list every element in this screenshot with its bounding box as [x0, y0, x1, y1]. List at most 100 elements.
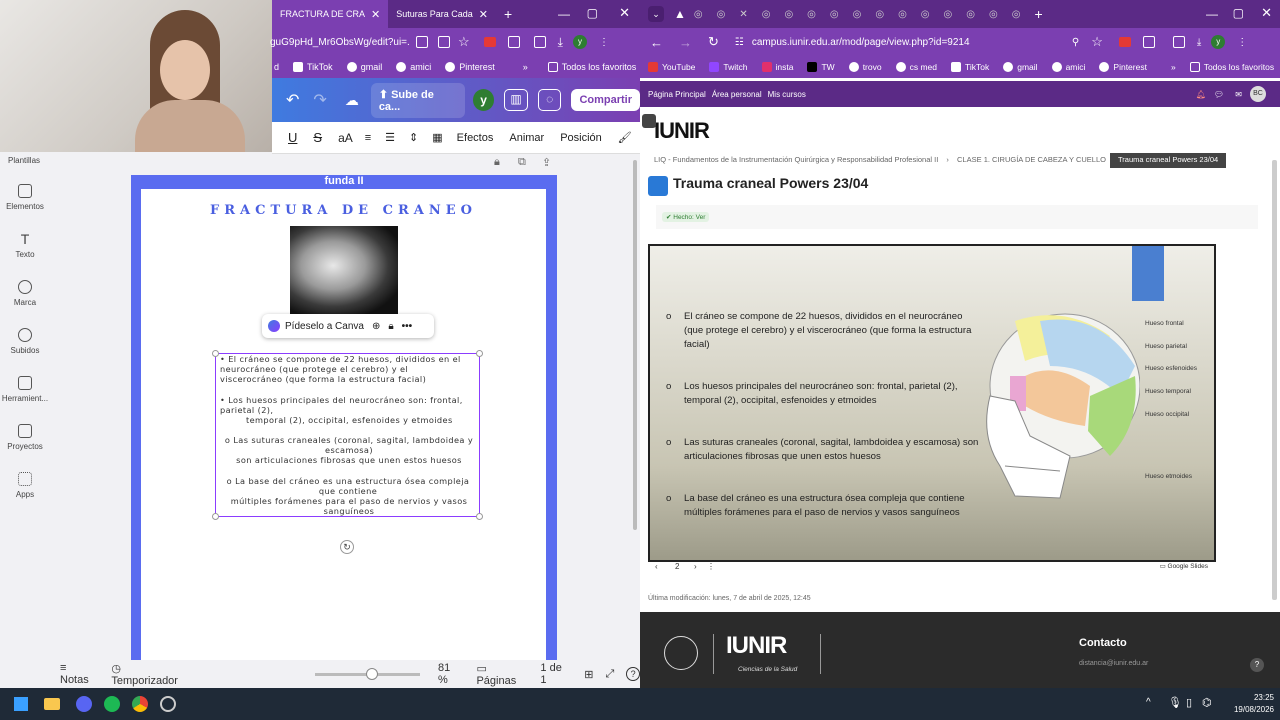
- maximize-button[interactable]: ▢: [1233, 6, 1244, 20]
- share-button[interactable]: Compartir: [571, 89, 640, 111]
- file-explorer-icon[interactable]: [44, 698, 60, 710]
- resize-handle-br[interactable]: [476, 513, 483, 520]
- zoom-slider-knob[interactable]: [366, 667, 379, 680]
- footer-email[interactable]: distancia@iunir.edu.ar: [1079, 660, 1148, 667]
- close-window-button[interactable]: ✕: [619, 5, 630, 21]
- underline-icon[interactable]: U: [288, 130, 297, 145]
- bookmark-cs-med[interactable]: cs med: [895, 62, 937, 72]
- notification-icon[interactable]: 🔔︎: [1196, 90, 1206, 99]
- tab-fractura[interactable]: FRACTURA DE CRA ✕: [272, 0, 389, 28]
- extension-icon-red[interactable]: [1118, 37, 1131, 47]
- bookmark-tiktok[interactable]: TikTok: [951, 62, 989, 72]
- rotate-handle-icon[interactable]: ↻: [340, 540, 354, 554]
- duplicate-icon[interactable]: ⧉: [518, 156, 526, 169]
- undo-icon[interactable]: ↶: [286, 90, 299, 110]
- kebab-menu-icon[interactable]: ⋮: [1237, 37, 1247, 48]
- sidebar-text[interactable]: T Texto: [0, 232, 50, 259]
- next-slide-icon[interactable]: ›: [694, 562, 697, 571]
- notes-button[interactable]: ≡ Notas: [60, 662, 97, 686]
- google-slides-link[interactable]: ▭ Google Slides: [1160, 562, 1208, 570]
- star-icon[interactable]: ☆: [1091, 34, 1103, 50]
- install-icon[interactable]: [416, 36, 428, 48]
- zoom-level[interactable]: 81 %: [438, 662, 462, 686]
- nav-personal[interactable]: Área personal: [712, 90, 762, 99]
- chart-icon[interactable]: ▥: [504, 89, 528, 111]
- microphone-icon[interactable]: 🎙︎: [1168, 696, 1182, 709]
- bookmark-all-favorites[interactable]: Todos los favoritos: [1189, 62, 1274, 72]
- slide-menu-icon[interactable]: ⋮: [707, 562, 715, 571]
- bookmark-trovo[interactable]: trovo: [848, 62, 882, 72]
- scrollbar[interactable]: [633, 160, 637, 530]
- footer-logo[interactable]: IUNIR: [726, 632, 787, 660]
- new-tab-button[interactable]: +: [496, 0, 520, 28]
- kebab-menu-icon[interactable]: ⋮: [599, 37, 609, 48]
- minimize-button[interactable]: —: [558, 7, 570, 21]
- settings-app-icon[interactable]: [160, 696, 176, 712]
- download-icon[interactable]: ⤓: [1197, 37, 1201, 48]
- bookmark-all-favorites[interactable]: Todos los favoritos: [547, 62, 636, 72]
- help-icon[interactable]: ?: [626, 667, 640, 681]
- sidebar-elements[interactable]: Elementos: [0, 184, 50, 211]
- chevron-more-icon[interactable]: »: [523, 62, 528, 72]
- iunir-logo[interactable]: IUNIR: [654, 118, 710, 144]
- breadcrumb-course[interactable]: LIQ - Fundamentos de la Instrumentación …: [654, 155, 938, 164]
- star-icon[interactable]: ☆: [458, 34, 470, 50]
- tab-strip-icons[interactable]: ◎◎✕◎◎◎◎◎◎◎◎◎◎◎◎: [694, 9, 1035, 20]
- resize-handle-tr[interactable]: [476, 350, 483, 357]
- more-options-icon[interactable]: •••: [402, 321, 413, 332]
- resize-handle-tl[interactable]: [212, 350, 219, 357]
- comment-icon[interactable]: ◌: [537, 89, 562, 111]
- new-tab-button[interactable]: +: [1034, 6, 1042, 22]
- bookmark-pinterest[interactable]: Pinterest: [1099, 62, 1147, 72]
- translate-icon[interactable]: [438, 36, 450, 48]
- profile-avatar[interactable]: y: [1211, 35, 1226, 49]
- tab-suturas[interactable]: Suturas Para Cada ✕: [388, 0, 496, 28]
- sidebar-projects[interactable]: Proyectos: [0, 424, 50, 451]
- zoom-icon[interactable]: ⚲: [1072, 37, 1079, 48]
- grid-view-icon[interactable]: ⊞: [584, 668, 593, 681]
- sidebar-tools[interactable]: Herramient...: [0, 376, 50, 403]
- windows-start-icon[interactable]: [14, 697, 28, 711]
- site-info-icon[interactable]: ☷: [735, 37, 744, 48]
- chat-icon[interactable]: 💬︎: [1214, 90, 1224, 99]
- extensions-icon[interactable]: [507, 36, 520, 48]
- align-icon[interactable]: ≡: [365, 132, 371, 144]
- pages-button[interactable]: ▭ Páginas: [476, 662, 528, 687]
- bookmark-gmail[interactable]: gmail: [1003, 62, 1038, 72]
- add-page-icon[interactable]: ⇪: [542, 156, 551, 169]
- help-icon[interactable]: ?: [1250, 658, 1264, 672]
- document-title[interactable]: FRACTURA DE CRANEO: [141, 203, 546, 218]
- scrollbar[interactable]: [1272, 160, 1277, 600]
- download-icon[interactable]: ⤓: [558, 35, 563, 50]
- position-button[interactable]: Posición: [560, 132, 602, 144]
- timer-button[interactable]: ◷ Temporizador: [111, 662, 188, 687]
- selected-text-box[interactable]: • El cráneo se compone de 22 huesos, div…: [212, 350, 483, 520]
- paint-format-icon[interactable]: 🖌: [618, 131, 632, 144]
- extension-icon-red[interactable]: [483, 37, 496, 47]
- lock-element-icon[interactable]: 🔒︎: [388, 321, 393, 332]
- sidebar-brand[interactable]: Marca: [0, 280, 50, 307]
- redo-icon[interactable]: ↷: [313, 90, 326, 110]
- network-icon[interactable]: ⌬: [1202, 696, 1212, 709]
- list-icon[interactable]: ☰: [385, 131, 395, 144]
- chrome-icon[interactable]: [132, 696, 148, 712]
- sidebar-templates[interactable]: Plantillas: [0, 156, 50, 165]
- user-menu-avatar[interactable]: BC: [1250, 86, 1266, 102]
- menu-list-icon[interactable]: [1172, 36, 1185, 48]
- lock-icon[interactable]: 🔒︎: [494, 156, 500, 169]
- ask-canva-button[interactable]: Pídeselo a Canva: [285, 321, 364, 332]
- nav-courses[interactable]: Mis cursos: [768, 90, 806, 99]
- back-icon[interactable]: ←: [650, 35, 663, 50]
- bookmark-insta[interactable]: insta: [761, 62, 793, 72]
- bookmark-twitch[interactable]: Twitch: [709, 62, 748, 72]
- transparency-icon[interactable]: ▦: [432, 131, 442, 144]
- bookmark-d[interactable]: d: [274, 62, 279, 72]
- drawer-toggle-icon[interactable]: [642, 114, 656, 128]
- extensions-icon[interactable]: [1142, 36, 1155, 48]
- breadcrumb-class[interactable]: CLASE 1. CIRUGÍA DE CABEZA Y CUELLO: [957, 155, 1106, 164]
- strikethrough-icon[interactable]: S: [313, 130, 322, 145]
- spotify-icon[interactable]: [104, 696, 120, 712]
- sidebar-apps[interactable]: Apps: [0, 472, 50, 499]
- menu-list-icon[interactable]: [533, 36, 546, 48]
- url-text[interactable]: guG9pHd_Mr6ObsWg/edit?ui=...: [270, 37, 410, 48]
